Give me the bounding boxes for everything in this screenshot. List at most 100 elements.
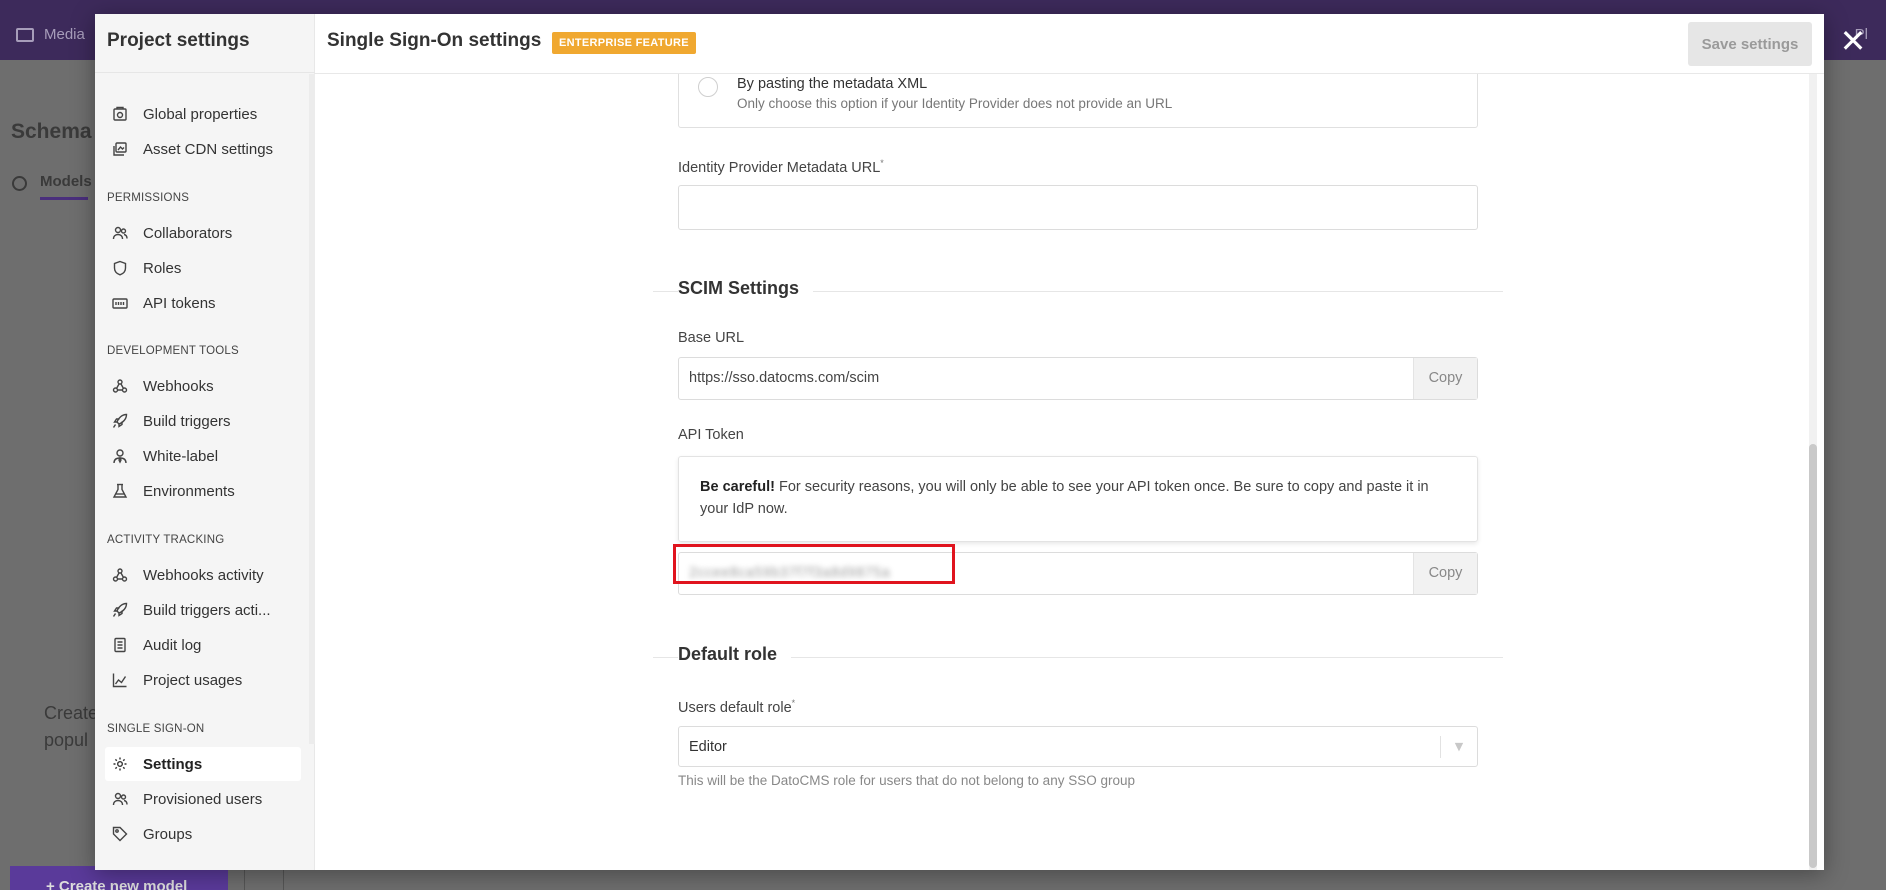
copy-base-url-button[interactable]: Copy <box>1413 358 1477 399</box>
warning-bold: Be careful! <box>700 479 775 495</box>
chart-area-icon <box>112 672 128 688</box>
scrollbar-thumb[interactable] <box>1809 444 1817 868</box>
sidebar-item-white-label[interactable]: White-label <box>105 439 301 473</box>
highlight-box <box>673 544 955 584</box>
close-icon[interactable]: ✕ <box>1838 25 1868 58</box>
api-token-label: API Token <box>678 427 744 443</box>
section-development-tools: DEVELOPMENT TOOLS <box>107 345 239 357</box>
default-role-hint: This will be the DatoCMS role for users … <box>678 773 1135 788</box>
sidebar-item-label: Webhooks <box>143 377 214 395</box>
sidebar-item-build-triggers[interactable]: Build triggers <box>105 404 301 438</box>
sidebar-item-label: Collaborators <box>143 224 233 242</box>
clipboard-icon <box>112 637 128 653</box>
tag-icon <box>112 826 128 842</box>
required-mark: * <box>791 698 796 708</box>
metadata-xml-option[interactable]: By pasting the metadata XML Only choose … <box>678 74 1478 128</box>
api-token-warning: Be careful! For security reasons, you wi… <box>678 456 1478 542</box>
media-nav-item: Media <box>16 26 85 43</box>
sidebar-item-label: Roles <box>143 259 182 277</box>
radio-option-description: Only choose this option if your Identity… <box>737 96 1173 111</box>
sidebar-item-webhooks-activity[interactable]: Webhooks activity <box>105 558 301 592</box>
section-activity-tracking: ACTIVITY TRACKING <box>107 534 225 546</box>
webhook-icon <box>112 378 128 394</box>
enterprise-badge: ENTERPRISE FEATURE <box>552 32 696 54</box>
required-mark: * <box>880 158 884 168</box>
base-url-label: Base URL <box>678 330 745 346</box>
sidebar-item-webhooks[interactable]: Webhooks <box>105 369 301 403</box>
users-icon <box>112 791 128 807</box>
sidebar-item-roles[interactable]: Roles <box>105 251 301 285</box>
metadata-url-label-text: Identity Provider Metadata URL <box>678 159 881 176</box>
flask-icon <box>112 483 128 499</box>
sidebar-item-label: Global properties <box>143 105 258 123</box>
page-title: Single Sign-On settings <box>327 30 542 51</box>
sidebar-item-asset-cdn[interactable]: Asset CDN settings <box>105 132 301 166</box>
image-icon <box>16 27 34 42</box>
sidebar-item-label: Build triggers acti... <box>143 601 271 619</box>
schema-title: Schema <box>11 120 92 143</box>
copy-api-token-button[interactable]: Copy <box>1413 553 1477 594</box>
warning-text: For security reasons, you will only be a… <box>700 479 1429 517</box>
settings-content: By pasting the metadata XML Only choose … <box>315 74 1824 870</box>
default-role-section-title: Default role <box>678 644 792 665</box>
empty-state-line2: popul <box>44 730 89 750</box>
scim-section-title: SCIM Settings <box>678 278 814 299</box>
rocket-icon <box>112 602 128 618</box>
sidebar-item-label: Groups <box>143 825 193 843</box>
shield-icon <box>112 260 128 276</box>
radio-button[interactable] <box>698 77 718 97</box>
globe-doc-icon <box>112 106 128 122</box>
sidebar-item-provisioned-users[interactable]: Provisioned users <box>105 782 301 816</box>
user-tie-icon <box>112 448 128 464</box>
sidebar-item-label: Provisioned users <box>143 790 263 808</box>
sidebar-item-label: Audit log <box>143 636 202 654</box>
sidebar-item-label: Asset CDN settings <box>143 140 274 158</box>
rocket-icon <box>112 413 128 429</box>
users-default-role-label: Users default role* <box>678 698 795 716</box>
sidebar-item-label: Settings <box>143 755 203 773</box>
users-icon <box>112 225 128 241</box>
metadata-url-label: Identity Provider Metadata URL* <box>678 158 884 176</box>
base-url-value[interactable]: https://sso.datocms.com/scim <box>679 358 1413 399</box>
sidebar-item-global-properties[interactable]: Global properties <box>105 97 301 131</box>
sidebar-item-project-usages[interactable]: Project usages <box>105 663 301 697</box>
sidebar-item-label: White-label <box>143 447 219 465</box>
sidebar-item-api-tokens[interactable]: API tokens <box>105 286 301 320</box>
sidebar-item-label: Project usages <box>143 671 243 689</box>
content-scrollbar[interactable] <box>1809 74 1817 870</box>
empty-state-text: Create popul <box>44 700 98 754</box>
sidebar-item-label: API tokens <box>143 294 216 312</box>
users-default-role-label-text: Users default role <box>678 699 792 716</box>
radio-option-title: By pasting the metadata XML <box>737 76 928 92</box>
users-default-role-select[interactable]: Editor ▼ <box>678 726 1478 767</box>
sidebar-item-groups[interactable]: Groups <box>105 817 301 851</box>
section-permissions: PERMISSIONS <box>107 192 190 204</box>
gear-icon <box>112 756 128 772</box>
media-nav-label: Media <box>44 26 85 43</box>
sidebar-item-environments[interactable]: Environments <box>105 474 301 508</box>
models-tab: Models <box>40 173 92 190</box>
empty-state-line1: Create <box>44 703 99 723</box>
sidebar-item-label: Webhooks activity <box>143 566 264 584</box>
images-icon <box>112 141 128 157</box>
save-settings-button[interactable]: Save settings <box>1688 22 1812 66</box>
base-url-field: https://sso.datocms.com/scim Copy <box>678 357 1478 400</box>
sidebar-title: Project settings <box>107 30 250 51</box>
settings-sidebar: Project settings Global properties Asset… <box>95 14 315 870</box>
sidebar-item-label: Build triggers <box>143 412 231 430</box>
select-value: Editor <box>689 738 727 755</box>
modal-header: Single Sign-On settings ENTERPRISE FEATU… <box>315 14 1824 74</box>
webhook-icon <box>112 567 128 583</box>
section-single-sign-on: SINGLE SIGN-ON <box>107 723 205 735</box>
sidebar-item-audit-log[interactable]: Audit log <box>105 628 301 662</box>
search-icon <box>12 176 27 191</box>
keyboard-icon <box>112 295 128 311</box>
models-tab-underline <box>40 197 88 200</box>
sidebar-item-collaborators[interactable]: Collaborators <box>105 216 301 250</box>
metadata-url-input[interactable] <box>678 185 1478 230</box>
sidebar-divider <box>95 72 315 73</box>
sidebar-item-build-triggers-activity[interactable]: Build triggers acti... <box>105 593 301 627</box>
folder-button <box>244 868 284 890</box>
sidebar-item-sso-settings[interactable]: Settings <box>105 747 301 781</box>
chevron-down-icon[interactable]: ▼ <box>1441 740 1477 753</box>
